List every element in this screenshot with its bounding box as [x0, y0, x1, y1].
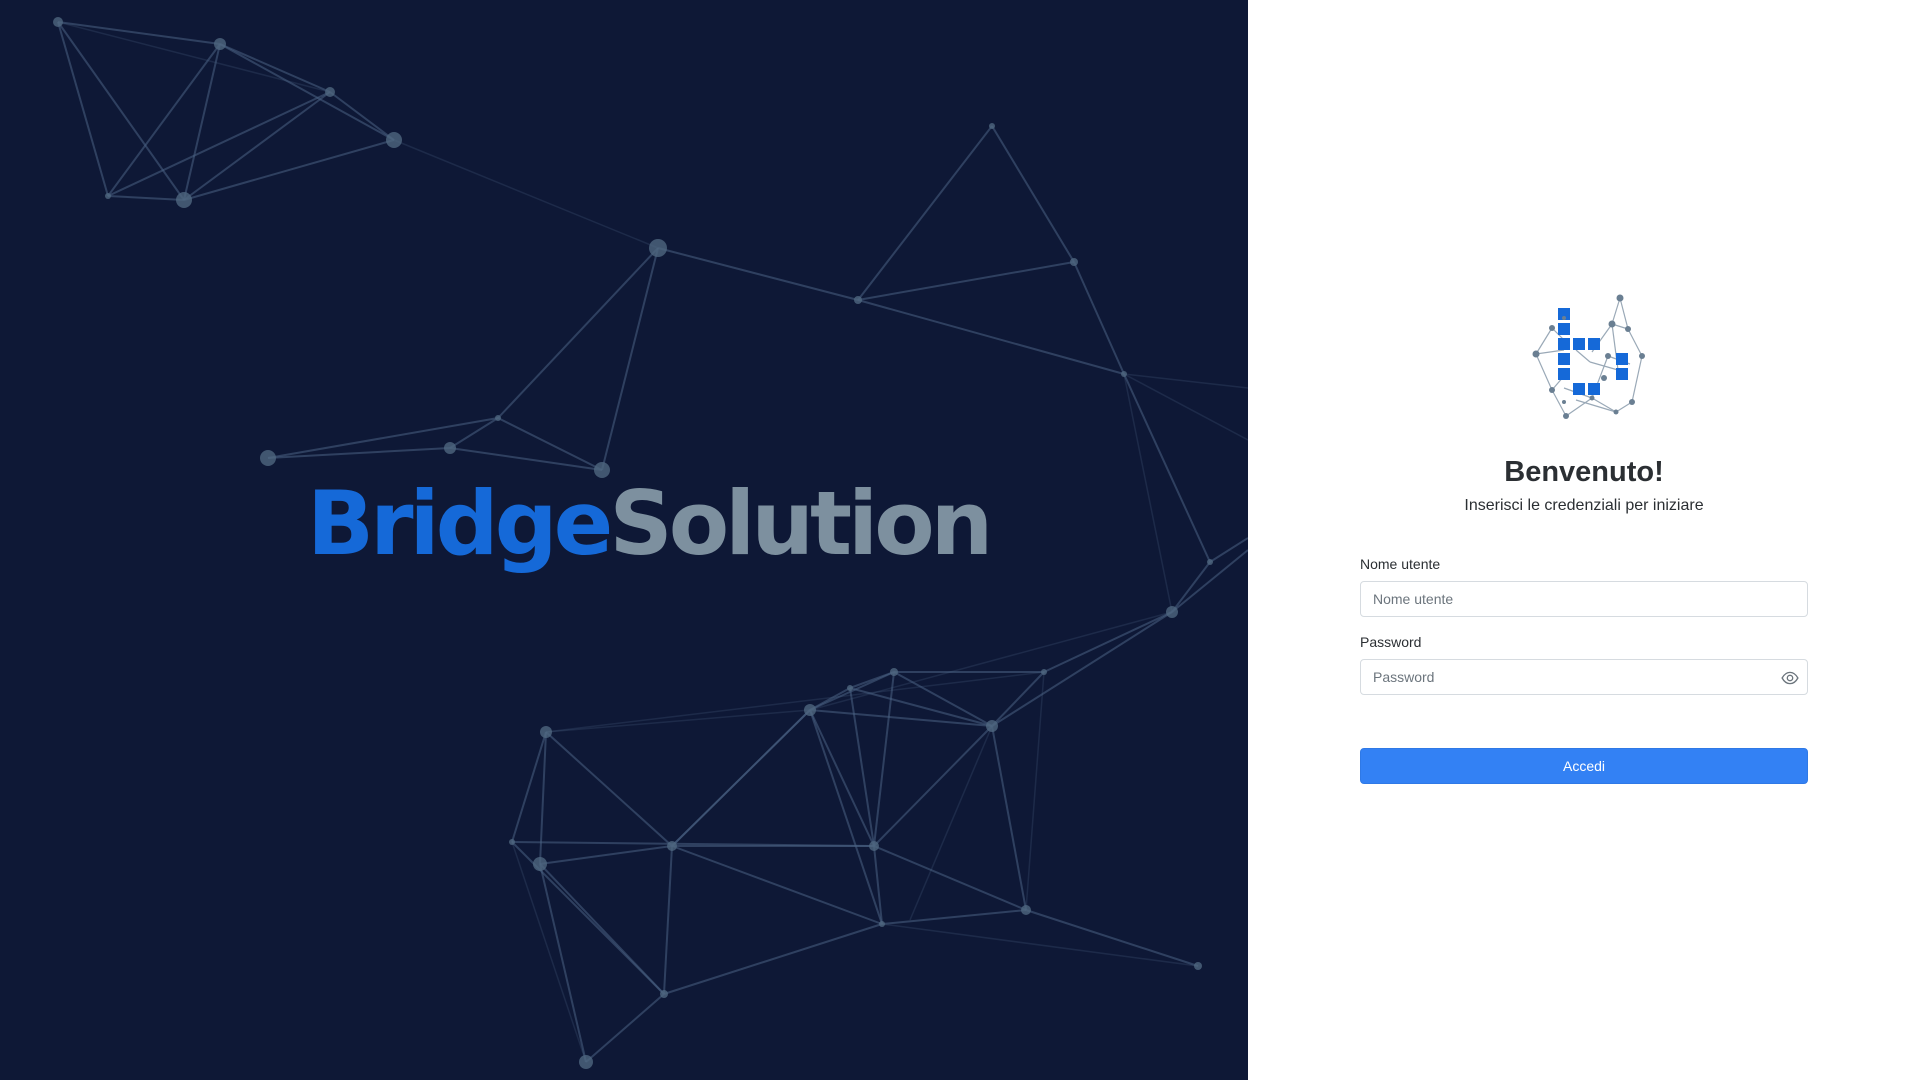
- hero-panel: BridgeSolution: [0, 0, 1248, 1080]
- welcome-subtitle: Inserisci le credenziali per iniziare: [1464, 497, 1704, 514]
- username-label: Nome utente: [1360, 556, 1441, 572]
- eye-icon[interactable]: [1781, 669, 1799, 687]
- username-field-wrapper: [1360, 581, 1808, 617]
- password-input[interactable]: [1361, 660, 1807, 694]
- brand-name-solution: Solution: [609, 472, 993, 575]
- username-input[interactable]: [1361, 582, 1807, 616]
- brand-wordmark: BridgeSolution: [307, 480, 993, 568]
- login-panel: Benvenuto! Inserisci le credenziali per …: [1248, 0, 1920, 1080]
- password-label: Password: [1360, 634, 1422, 650]
- network-blocks-logo-icon: [1532, 294, 1645, 419]
- password-field-wrapper: [1360, 659, 1808, 695]
- welcome-title: Benvenuto!: [1504, 456, 1664, 488]
- brand-name-bridge: Bridge: [307, 472, 613, 575]
- login-button[interactable]: Accedi: [1360, 748, 1808, 784]
